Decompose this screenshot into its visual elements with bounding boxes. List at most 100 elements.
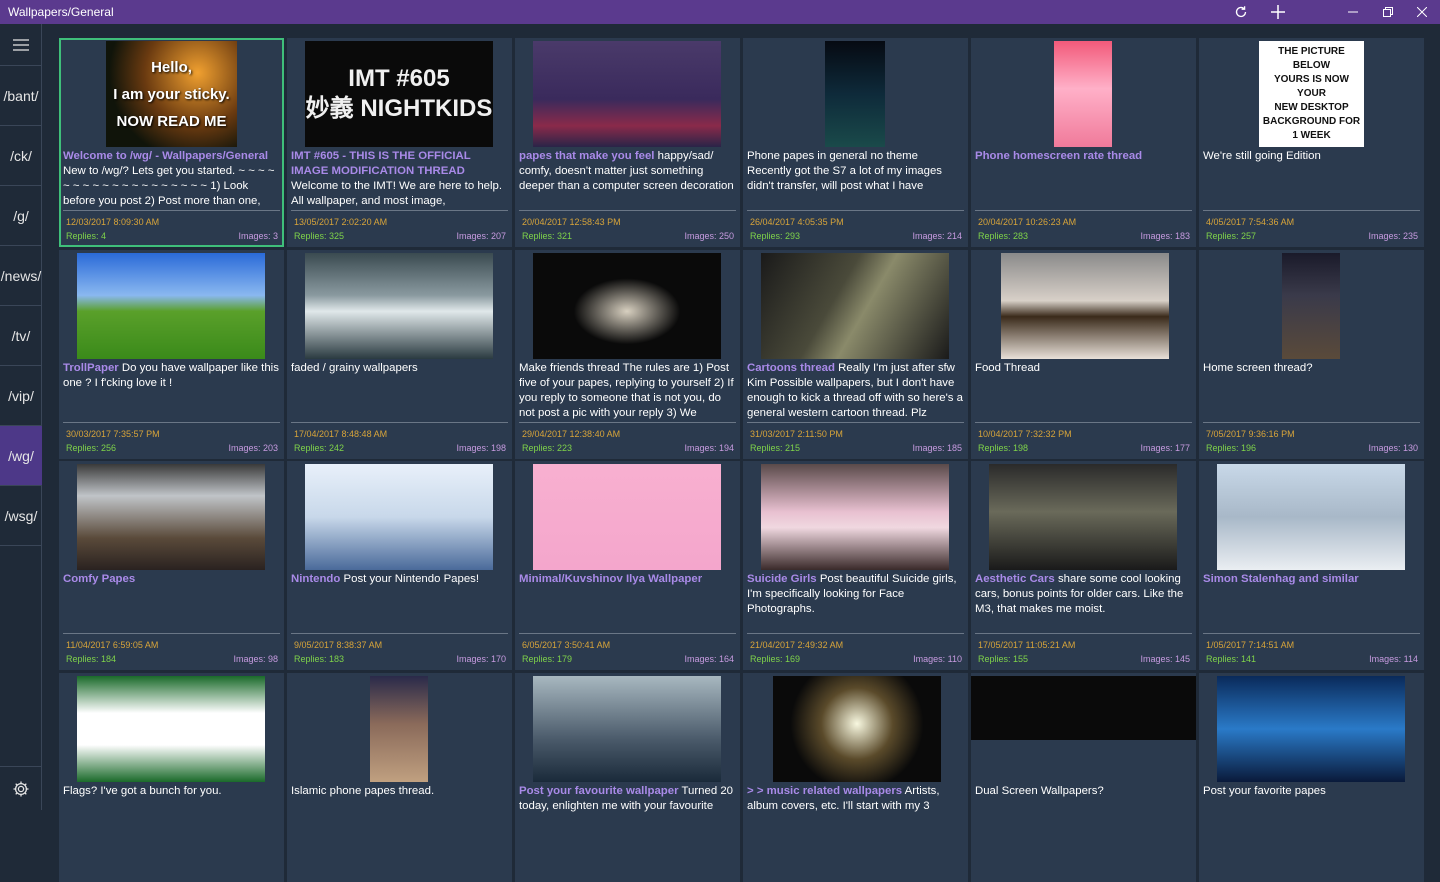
reply-count: Replies: 242 xyxy=(294,442,345,453)
board-news[interactable]: /news/ xyxy=(0,246,42,306)
thread-card[interactable]: Home screen thread? 7/05/2017 9:36:16 PM R… xyxy=(1199,249,1424,459)
thread-card[interactable]: Simon Stalenhag and similar 1/05/2017 7:1… xyxy=(1199,461,1424,670)
gear-icon xyxy=(13,781,29,796)
board-bant[interactable]: /bant/ xyxy=(0,66,42,126)
thread-card[interactable]: Hello, I am your sticky. NOW READ ME Welc… xyxy=(59,38,284,247)
thread-text: Post your favourite wallpaper Turned 20 … xyxy=(519,784,736,842)
thread-body: Post your Nintendo Papes! xyxy=(343,573,480,585)
thread-thumbnail[interactable] xyxy=(825,41,885,147)
image-count: Images: 198 xyxy=(456,442,506,453)
refresh-button[interactable] xyxy=(1224,0,1258,24)
thread-body: New to /wg/? Lets get you started. ~ ~ ~… xyxy=(63,165,275,207)
thread-thumbnail[interactable] xyxy=(77,252,265,359)
thread-date: 26/04/2017 4:05:35 PM xyxy=(750,217,844,227)
thread-thumbnail[interactable] xyxy=(77,675,265,782)
thread-card[interactable]: Aesthetic Cars share some cool looking c… xyxy=(971,461,1196,670)
thread-body: Dual Screen Wallpapers? xyxy=(975,784,1104,797)
thread-body: Food Thread xyxy=(975,361,1041,374)
thread-thumbnail[interactable]: THE PICTURE BELOW YOURS IS NOW YOUR NEW … xyxy=(1259,41,1364,147)
thread-text: Minimal/Kuvshinov Ilya Wallpaper xyxy=(519,572,736,630)
thread-thumbnail[interactable] xyxy=(305,252,493,359)
thread-thumbnail[interactable] xyxy=(989,464,1177,570)
image-count: Images: 183 xyxy=(1140,231,1190,241)
settings-button[interactable] xyxy=(0,766,42,810)
thread-thumbnail[interactable] xyxy=(1054,41,1112,147)
image-count: Images: 98 xyxy=(233,654,278,664)
thread-card[interactable]: Flags? I've got a bunch for you. xyxy=(59,672,284,882)
add-button[interactable] xyxy=(1261,0,1295,24)
thread-card[interactable]: faded / grainy wallpapers 17/04/2017 8:48… xyxy=(287,249,512,459)
thread-card[interactable]: Phone homescreen rate thread 20/04/2017 1… xyxy=(971,38,1196,247)
board-vip[interactable]: /vip/ xyxy=(0,366,42,426)
thread-thumbnail[interactable] xyxy=(370,675,428,782)
thread-card[interactable]: Post your favorite papes xyxy=(1199,672,1424,882)
thread-thumbnail[interactable] xyxy=(533,252,721,359)
thread-date: 30/03/2017 7:35:57 PM xyxy=(66,428,160,439)
card-divider xyxy=(291,210,508,211)
thread-card[interactable]: IMT #605 妙義 NIGHTKIDS IMT #605 - THIS IS … xyxy=(287,38,512,247)
title-bar: Wallpapers/General xyxy=(0,0,1440,24)
thread-card[interactable]: Minimal/Kuvshinov Ilya Wallpaper 6/05/201… xyxy=(515,461,740,670)
thread-subject: Simon Stalenhag and similar xyxy=(1203,573,1359,585)
thread-card[interactable]: Make friends thread The rules are 1) Pos… xyxy=(515,249,740,459)
board-wsg[interactable]: /wsg/ xyxy=(0,486,42,546)
thread-thumbnail[interactable] xyxy=(773,675,941,782)
board-tv[interactable]: /tv/ xyxy=(0,306,42,366)
thread-thumbnail[interactable] xyxy=(533,41,721,147)
thread-card[interactable]: Dual Screen Wallpapers? xyxy=(971,672,1196,882)
image-count: Images: 177 xyxy=(1140,442,1190,453)
minimize-button[interactable] xyxy=(1336,0,1370,24)
reply-count: Replies: 196 xyxy=(1206,442,1257,453)
thread-thumbnail[interactable] xyxy=(761,464,949,570)
thread-card[interactable]: > > music related wallpapers Artists, al… xyxy=(743,672,968,882)
close-button[interactable] xyxy=(1405,0,1439,24)
thread-thumbnail[interactable] xyxy=(1282,252,1340,359)
thread-thumbnail[interactable] xyxy=(1001,252,1169,359)
thread-card[interactable]: Nintendo Post your Nintendo Papes! 9/05/2… xyxy=(287,461,512,670)
thread-date: 13/05/2017 2:02:20 AM xyxy=(294,217,388,227)
thread-card[interactable]: Phone papes in general no theme Recently… xyxy=(743,38,968,247)
image-count: Images: 110 xyxy=(913,654,962,664)
menu-button[interactable] xyxy=(0,24,42,66)
thread-text: Islamic phone papes thread. xyxy=(291,784,508,842)
thread-thumbnail[interactable] xyxy=(971,675,1196,740)
thread-card[interactable]: Food Thread 10/04/2017 7:32:32 PM Replies:… xyxy=(971,249,1196,459)
thread-thumbnail[interactable] xyxy=(533,464,721,570)
board-wg[interactable]: /wg/ xyxy=(0,426,42,486)
thread-date: 9/05/2017 8:38:37 AM xyxy=(294,640,383,650)
board-ck[interactable]: /ck/ xyxy=(0,126,42,186)
thread-card[interactable]: Cartoons thread Really I'm just after sf… xyxy=(743,249,968,459)
thread-card[interactable]: Suicide Girls Post beautiful Suicide gir… xyxy=(743,461,968,670)
card-divider xyxy=(975,210,1192,211)
thread-text: Aesthetic Cars share some cool looking c… xyxy=(975,572,1192,630)
thread-card[interactable]: Comfy Papes 11/04/2017 6:59:05 AM Replies:… xyxy=(59,461,284,670)
thread-card[interactable]: THE PICTURE BELOW YOURS IS NOW YOUR NEW … xyxy=(1199,38,1424,247)
thread-card[interactable]: papes that make you feel happy/sad/ comf… xyxy=(515,38,740,247)
thread-card[interactable]: TrollPaper Do you have wallpaper like th… xyxy=(59,249,284,459)
maximize-button[interactable] xyxy=(1371,0,1405,24)
thread-thumbnail[interactable]: IMT #605 妙義 NIGHTKIDS xyxy=(305,41,493,147)
thread-subject: papes that make you feel xyxy=(519,150,655,162)
board-g[interactable]: /g/ xyxy=(0,186,42,246)
thread-body: Phone papes in general no theme Recently… xyxy=(747,150,943,192)
card-divider xyxy=(747,210,964,211)
thread-thumbnail[interactable] xyxy=(1217,464,1405,570)
board-label: /g/ xyxy=(13,207,29,224)
thread-thumbnail[interactable] xyxy=(305,464,493,570)
thread-text: TrollPaper Do you have wallpaper like th… xyxy=(63,361,280,419)
reply-count: Replies: 141 xyxy=(1206,654,1257,664)
reply-count: Replies: 155 xyxy=(978,654,1029,664)
reply-count: Replies: 257 xyxy=(1206,231,1257,241)
thread-thumbnail[interactable] xyxy=(761,252,949,359)
thread-thumbnail[interactable] xyxy=(1217,675,1405,782)
thread-card[interactable]: Islamic phone papes thread. xyxy=(287,672,512,882)
thread-body: Flags? I've got a bunch for you. xyxy=(63,784,222,797)
thread-thumbnail[interactable]: Hello, I am your sticky. NOW READ ME xyxy=(106,41,237,147)
thread-card[interactable]: Post your favourite wallpaper Turned 20 … xyxy=(515,672,740,882)
board-label: /tv/ xyxy=(11,327,31,344)
thread-thumbnail[interactable] xyxy=(533,675,721,782)
thread-date: 7/05/2017 9:36:16 PM xyxy=(1206,428,1295,439)
card-divider xyxy=(63,421,280,423)
thread-thumbnail[interactable] xyxy=(77,464,265,570)
thread-body: Make friends thread The rules are 1) Pos… xyxy=(519,361,734,419)
